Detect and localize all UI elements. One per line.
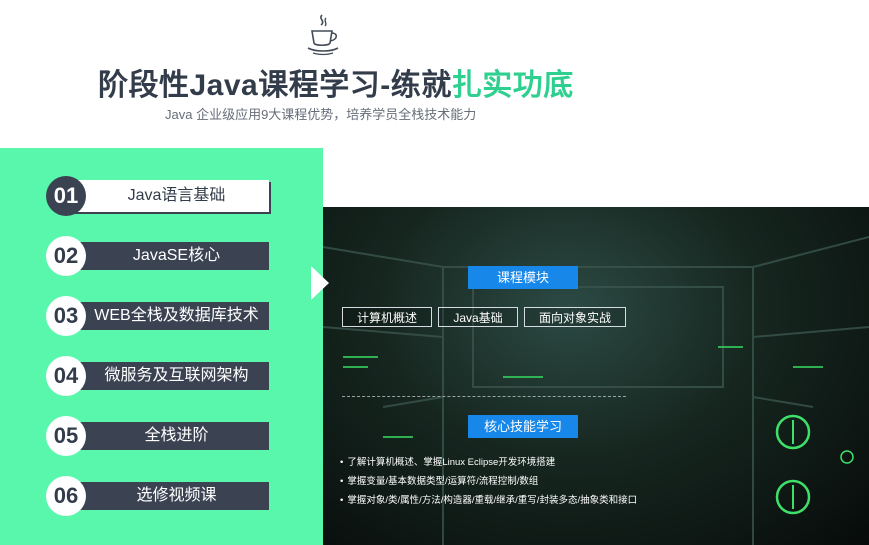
stage-number: 03 (46, 296, 86, 336)
skill-item: • 了解计算机概述、掌握Linux Eclipse开发环境搭建 (340, 453, 637, 472)
stage-item-03[interactable]: 03 WEB全栈及数据库技术 (46, 296, 272, 336)
skills-heading-badge: 核心技能学习 (468, 415, 578, 438)
stage-number: 05 (46, 416, 86, 456)
section-divider (342, 396, 626, 397)
stage-label: 选修视频课 (66, 482, 269, 510)
module-tag[interactable]: 计算机概述 (342, 307, 432, 327)
module-tag[interactable]: Java基础 (438, 307, 518, 327)
skill-item: • 掌握对象/类/属性/方法/构造器/重载/继承/重写/封装多态/抽象类和接口 (340, 491, 637, 510)
stage-number: 04 (46, 356, 86, 396)
bullet-icon: • (340, 476, 344, 487)
stage-label: WEB全栈及数据库技术 (66, 302, 269, 330)
active-stage-pointer (311, 266, 329, 300)
skill-text: 了解计算机概述、掌握Linux Eclipse开发环境搭建 (347, 457, 556, 468)
stage-item-06[interactable]: 06 选修视频课 (46, 476, 272, 516)
page-title-highlight: 扎实功底 (451, 69, 574, 102)
stage-label: JavaSE核心 (66, 242, 269, 270)
stage-item-04[interactable]: 04 微服务及互联网架构 (46, 356, 272, 396)
stage-label: 全栈进阶 (66, 422, 269, 450)
stage-number: 02 (46, 236, 86, 276)
module-heading-badge: 课程模块 (468, 266, 578, 289)
skills-list: • 了解计算机概述、掌握Linux Eclipse开发环境搭建 • 掌握变量/基本数… (340, 453, 637, 510)
stage-item-01[interactable]: 01 Java语言基础 (46, 176, 272, 216)
skill-item: • 掌握变量/基本数据类型/运算符/流程控制/数组 (340, 472, 637, 491)
stage-label: Java语言基础 (66, 180, 269, 212)
java-coffee-cup-icon (305, 12, 341, 56)
skill-text: 掌握变量/基本数据类型/运算符/流程控制/数组 (347, 476, 539, 487)
stage-label: 微服务及互联网架构 (66, 362, 269, 390)
module-tag[interactable]: 面向对象实战 (524, 307, 626, 327)
stage-number: 01 (46, 176, 86, 216)
page-subtitle: Java 企业级应用9大课程优势，培养学员全栈技术能力 (165, 107, 477, 122)
bullet-icon: • (340, 495, 344, 506)
skill-text: 掌握对象/类/属性/方法/构造器/重载/继承/重写/封装多态/抽象类和接口 (347, 495, 638, 506)
page-title-main: 阶段性Java课程学习-练就 (98, 69, 452, 102)
stage-item-05[interactable]: 05 全栈进阶 (46, 416, 272, 456)
stage-number: 06 (46, 476, 86, 516)
stage-item-02[interactable]: 02 JavaSE核心 (46, 236, 272, 276)
bullet-icon: • (340, 457, 344, 468)
page-title: 阶段性Java课程学习-练就扎实功底 (98, 60, 574, 104)
